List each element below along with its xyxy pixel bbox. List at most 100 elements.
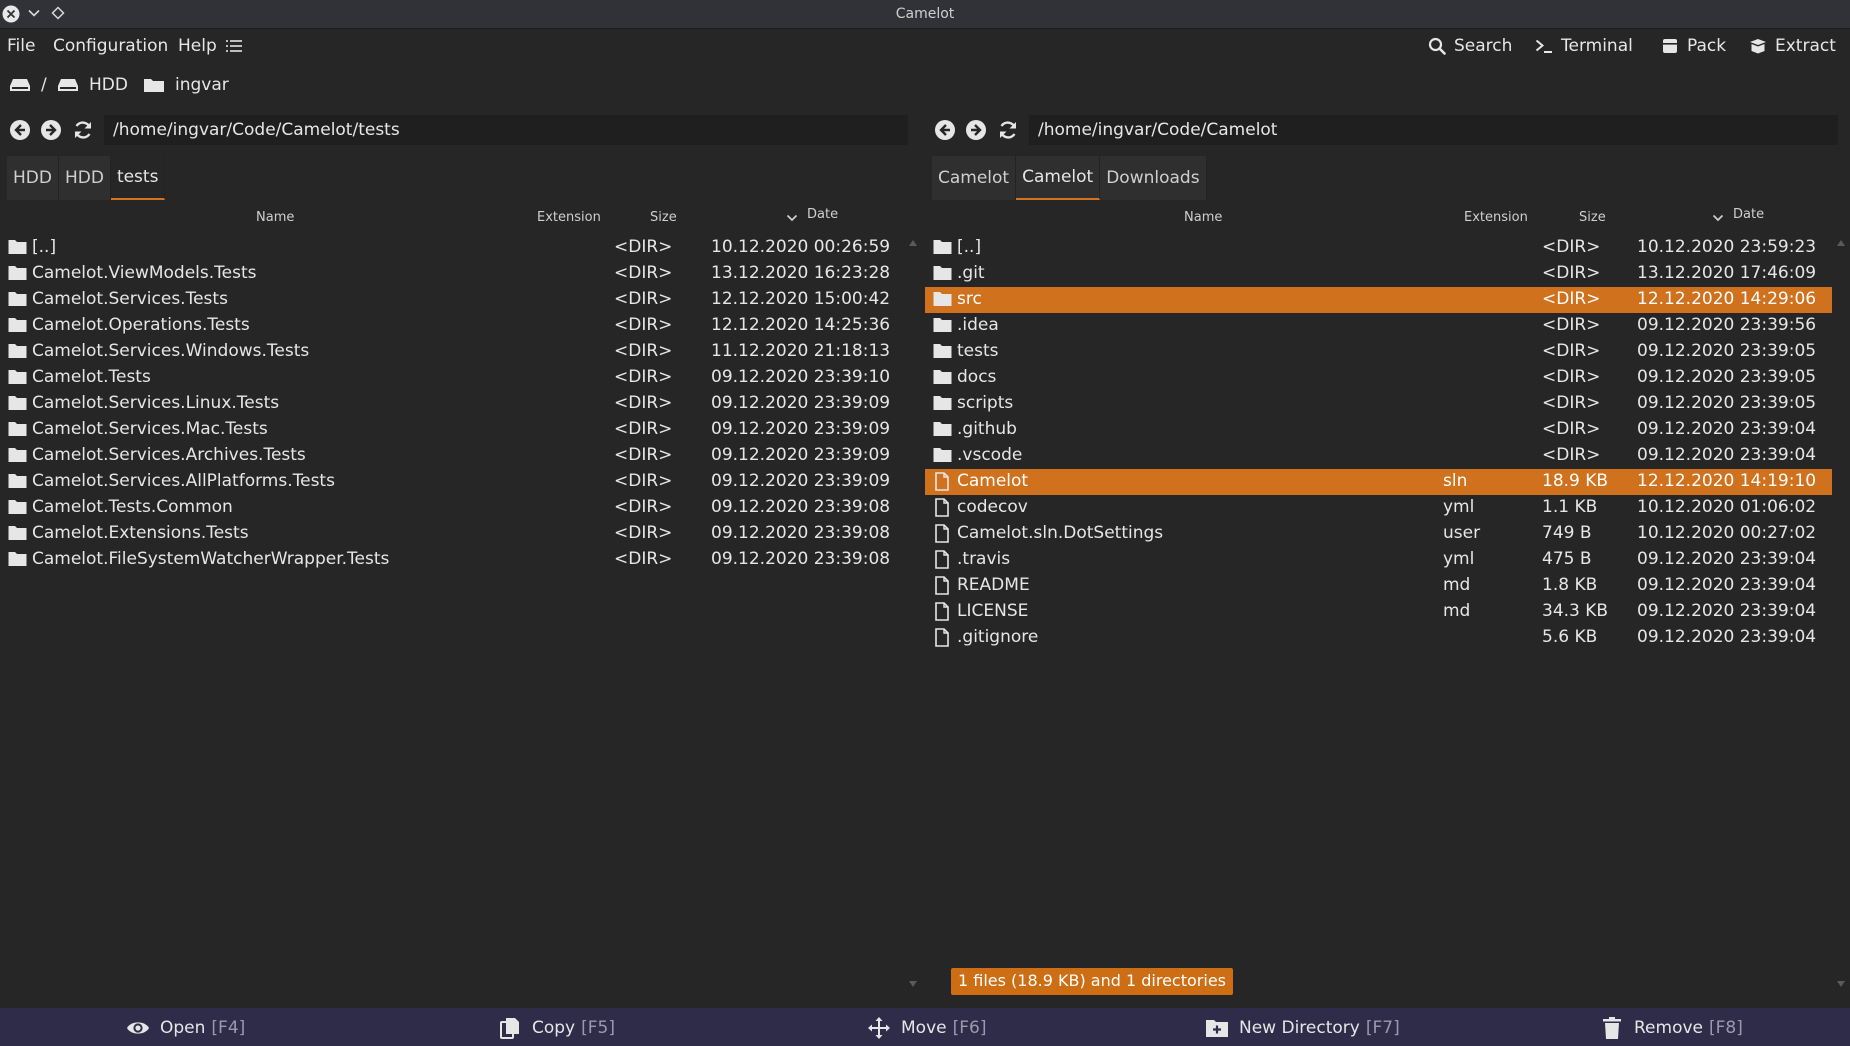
folder-icon	[8, 396, 27, 410]
folder-icon	[933, 448, 952, 462]
move-arrows-icon	[868, 1017, 890, 1039]
directory-row[interactable]: .github <DIR> 09.12.2020 23:39:04	[925, 417, 1832, 443]
folder-icon	[933, 318, 952, 332]
directory-row[interactable]: Camelot.Tests.Common <DIR> 09.12.2020 23:3…	[0, 495, 906, 521]
file-row[interactable]: README md 1.8 KB 09.12.2020 23:39:04	[925, 573, 1832, 599]
item-size: <DIR>	[614, 497, 673, 517]
file-row[interactable]: Camelot sln 18.9 KB 12.12.2020 14:19:10	[925, 469, 1832, 495]
folder-icon	[8, 370, 27, 384]
scroll-up-icon[interactable]	[909, 240, 917, 246]
directory-row[interactable]: Camelot.ViewModels.Tests <DIR> 13.12.2020 …	[0, 261, 906, 287]
directory-row[interactable]: .idea <DIR> 09.12.2020 23:39:56	[925, 313, 1832, 339]
directory-row[interactable]: Camelot.Services.Linux.Tests <DIR> 09.12.2…	[0, 391, 906, 417]
item-size: <DIR>	[614, 237, 673, 257]
open-button[interactable]: Open [F4]	[126, 1015, 245, 1041]
tab-0[interactable]: HDD	[7, 156, 59, 200]
drive-home[interactable]: ingvar	[143, 75, 229, 95]
file-icon	[935, 550, 949, 569]
directory-row[interactable]: Camelot.Services.Tests <DIR> 12.12.2020 15…	[0, 287, 906, 313]
scroll-up-icon[interactable]	[1837, 240, 1845, 246]
list-menu-icon[interactable]	[226, 39, 242, 53]
menu-help[interactable]: Help	[178, 36, 217, 56]
tab-1[interactable]: HDD	[58, 156, 111, 200]
tab-1[interactable]: Camelot	[1016, 156, 1101, 200]
tab-bar: HDD HDD tests	[7, 156, 166, 202]
item-size: 18.9 KB	[1542, 471, 1609, 491]
move-shortcut: [F6]	[952, 1018, 987, 1038]
file-icon	[935, 576, 949, 595]
item-size: <DIR>	[614, 393, 673, 413]
directory-row[interactable]: Camelot.Operations.Tests <DIR> 12.12.2020 …	[0, 313, 906, 339]
move-button[interactable]: Move [F6]	[867, 1015, 986, 1041]
search-button[interactable]: Search	[1428, 34, 1512, 58]
file-row[interactable]: .travis yml 475 B 09.12.2020 23:39:04	[925, 547, 1832, 573]
file-row[interactable]: codecov yml 1.1 KB 10.12.2020 01:06:02	[925, 495, 1832, 521]
directory-row[interactable]: Camelot.Services.Windows.Tests <DIR> 11.12…	[0, 339, 906, 365]
terminal-button[interactable]: Terminal	[1535, 34, 1633, 58]
item-date: 09.12.2020 23:39:04	[1637, 575, 1817, 595]
column-size[interactable]: Size	[1579, 210, 1606, 225]
file-row[interactable]: Camelot.sln.DotSettings user 749 B 10.12.20…	[925, 521, 1832, 547]
column-size[interactable]: Size	[650, 210, 677, 225]
archive-icon	[1663, 39, 1677, 53]
menu-configuration[interactable]: Configuration	[53, 36, 168, 56]
drive-root[interactable]: /	[9, 75, 47, 95]
remove-button[interactable]: Remove [F8]	[1600, 1015, 1743, 1041]
item-date: 10.12.2020 23:59:23	[1637, 237, 1817, 257]
drive-hdd[interactable]: HDD	[57, 75, 128, 95]
directory-row[interactable]: Camelot.Services.Mac.Tests <DIR> 09.12.202…	[0, 417, 906, 443]
column-name[interactable]: Name	[1184, 210, 1222, 225]
menu-file[interactable]: File	[7, 36, 35, 56]
directory-row[interactable]: .vscode <DIR> 09.12.2020 23:39:04	[925, 443, 1832, 469]
forward-arrow-icon[interactable]	[40, 119, 62, 141]
scroll-down-icon[interactable]	[1837, 981, 1845, 987]
directory-row[interactable]: src <DIR> 12.12.2020 14:29:06	[925, 287, 1832, 313]
tab-2[interactable]: tests	[110, 156, 166, 200]
item-size: 1.1 KB	[1542, 497, 1598, 517]
pack-button[interactable]: Pack	[1661, 34, 1726, 58]
forward-arrow-icon[interactable]	[965, 119, 987, 141]
directory-row[interactable]: Camelot.Extensions.Tests <DIR> 09.12.2020 …	[0, 521, 906, 547]
window-title: Camelot	[895, 6, 955, 22]
column-extension[interactable]: Extension	[537, 210, 601, 225]
folder-icon	[8, 500, 27, 514]
file-row[interactable]: LICENSE md 34.3 KB 09.12.2020 23:39:04	[925, 599, 1832, 625]
directory-row[interactable]: Camelot.Tests <DIR> 09.12.2020 23:39:10	[0, 365, 906, 391]
item-size: <DIR>	[614, 419, 673, 439]
column-date[interactable]: Date	[807, 207, 838, 222]
move-label: Move	[901, 1018, 947, 1038]
item-name: [..]	[32, 237, 57, 257]
column-extension[interactable]: Extension	[1464, 210, 1528, 225]
scroll-down-icon[interactable]	[909, 981, 917, 987]
menu-bar: File Configuration Help Search Terminal …	[0, 29, 1850, 63]
refresh-icon[interactable]	[72, 119, 94, 141]
item-date: 09.12.2020 23:39:09	[711, 471, 891, 491]
copy-button[interactable]: Copy [F5]	[498, 1015, 615, 1041]
directory-row[interactable]: tests <DIR> 09.12.2020 23:39:05	[925, 339, 1832, 365]
directory-row[interactable]: Camelot.Services.AllPlatforms.Tests <DIR>…	[0, 469, 906, 495]
back-arrow-icon[interactable]	[9, 119, 31, 141]
refresh-icon[interactable]	[997, 119, 1019, 141]
directory-row[interactable]: docs <DIR> 09.12.2020 23:39:05	[925, 365, 1832, 391]
item-date: 09.12.2020 23:39:09	[711, 419, 891, 439]
directory-row[interactable]: [..] <DIR> 10.12.2020 00:26:59	[0, 235, 906, 261]
extract-button[interactable]: Extract	[1749, 34, 1836, 58]
tab-2[interactable]: Downloads	[1100, 156, 1207, 200]
path-input[interactable]: /home/ingvar/Code/Camelot	[1029, 115, 1838, 145]
new-directory-button[interactable]: New Directory [F7]	[1205, 1015, 1400, 1041]
item-date: 09.12.2020 23:39:08	[711, 497, 891, 517]
item-date: 10.12.2020 00:27:02	[1637, 523, 1817, 543]
directory-row[interactable]: Camelot.FileSystemWatcherWrapper.Tests <D…	[0, 547, 906, 573]
path-input[interactable]: /home/ingvar/Code/Camelot/tests	[104, 115, 908, 145]
item-date: 09.12.2020 23:39:04	[1637, 627, 1817, 647]
directory-row[interactable]: Camelot.Services.Archives.Tests <DIR> 09.1…	[0, 443, 906, 469]
file-row[interactable]: .gitignore 5.6 KB 09.12.2020 23:39:04	[925, 625, 1832, 651]
directory-row[interactable]: scripts <DIR> 09.12.2020 23:39:05	[925, 391, 1832, 417]
directory-row[interactable]: [..] <DIR> 10.12.2020 23:59:23	[925, 235, 1832, 261]
item-size: <DIR>	[1542, 263, 1601, 283]
column-name[interactable]: Name	[256, 210, 294, 225]
tab-0[interactable]: Camelot	[932, 156, 1017, 200]
directory-row[interactable]: .git <DIR> 13.12.2020 17:46:09	[925, 261, 1832, 287]
column-date[interactable]: Date	[1733, 207, 1764, 222]
back-arrow-icon[interactable]	[934, 119, 956, 141]
